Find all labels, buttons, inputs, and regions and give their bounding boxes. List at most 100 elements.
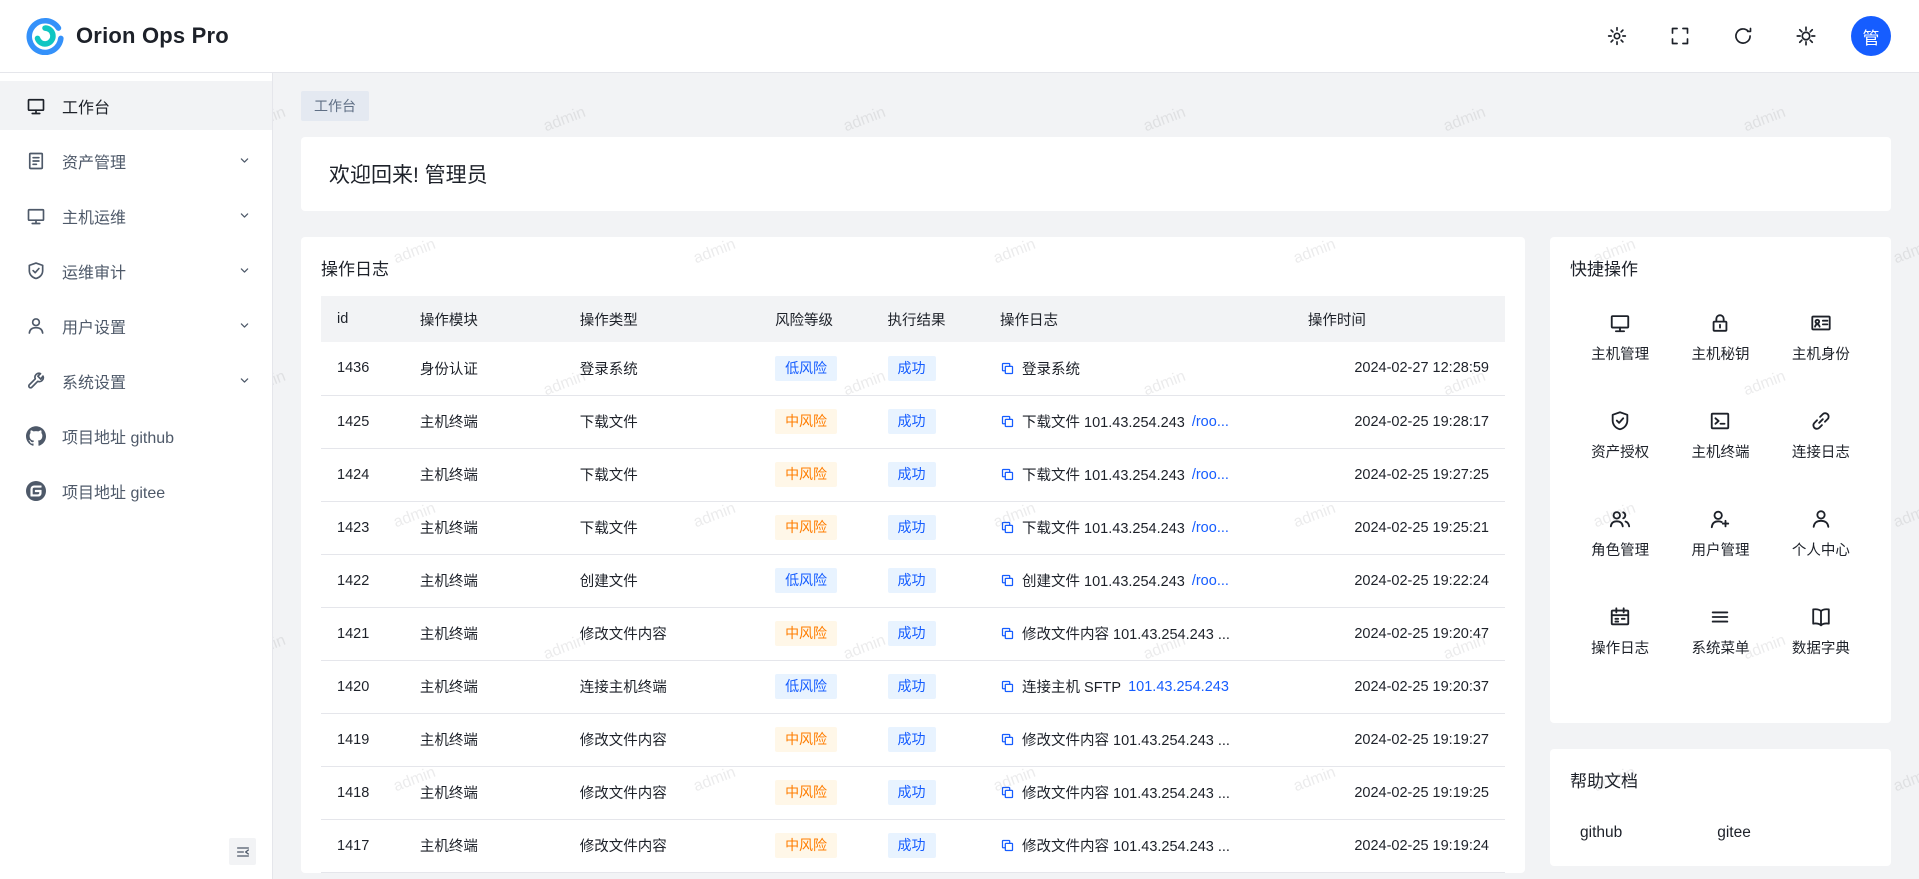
copy-icon[interactable] (1000, 838, 1015, 853)
help-link-gitee[interactable]: gitee (1717, 824, 1751, 842)
log-row: 1423主机终端下载文件中风险成功下载文件 101.43.254.243/roo… (321, 501, 1505, 554)
log-type: 修改文件内容 (564, 713, 759, 766)
quick-action-host-identity[interactable]: 主机身份 (1771, 312, 1871, 364)
log-link[interactable]: /roo... (1192, 467, 1229, 483)
copy-icon[interactable] (1000, 679, 1015, 694)
log-time: 2024-02-25 19:22:24 (1292, 554, 1505, 607)
copy-icon[interactable] (1000, 520, 1015, 535)
user-add-icon (1709, 508, 1731, 530)
column-header: 执行结果 (872, 296, 984, 342)
log-id: 1423 (321, 501, 404, 554)
app-shell: 工作台资产管理主机运维运维审计用户设置系统设置项目地址 github 项目地址 g… (0, 73, 1919, 879)
watermark-text: admin (1891, 500, 1919, 532)
sidebar-item-host-ops[interactable]: 主机运维 (0, 191, 272, 240)
link-icon (1810, 410, 1832, 432)
log-id: 1424 (321, 448, 404, 501)
log-module: 主机终端 (404, 607, 564, 660)
fullscreen-button[interactable] (1662, 18, 1698, 54)
quick-action-asset-authorization[interactable]: 资产授权 (1570, 410, 1670, 462)
help-link-github[interactable]: github (1580, 824, 1622, 842)
copy-icon[interactable] (1000, 467, 1015, 482)
log-time: 2024-02-25 19:25:21 (1292, 501, 1505, 554)
log-id: 1419 (321, 713, 404, 766)
log-type: 创建文件 (564, 554, 759, 607)
log-link[interactable]: /roo... (1192, 573, 1229, 589)
log-type: 修改文件内容 (564, 819, 759, 872)
risk-badge: 中风险 (775, 833, 837, 858)
quick-action-role-management[interactable]: 角色管理 (1570, 508, 1670, 560)
result-badge: 成功 (888, 515, 936, 540)
help-links: github gitee (1570, 808, 1871, 842)
log-link[interactable]: /roo... (1192, 414, 1229, 430)
quick-action-host-management[interactable]: 主机管理 (1570, 312, 1670, 364)
log-module: 身份认证 (404, 342, 564, 395)
user-icon (1810, 508, 1832, 530)
result-badge: 成功 (888, 356, 936, 381)
sidebar-item-ops-audit[interactable]: 运维审计 (0, 246, 272, 295)
log-message: 修改文件内容 101.43.254.243 ... (1022, 782, 1230, 803)
log-module: 主机终端 (404, 395, 564, 448)
risk-badge: 中风险 (775, 515, 837, 540)
chevron-down-icon (237, 208, 252, 223)
quick-action-personal-center[interactable]: 个人中心 (1771, 508, 1871, 560)
welcome-card: 欢迎回来! 管理员 (301, 137, 1891, 211)
sidebar-item-label: 资产管理 (62, 149, 246, 173)
watermark-text: admin (273, 104, 288, 136)
welcome-title: 欢迎回来! 管理员 (329, 159, 488, 189)
log-time: 2024-02-27 12:28:59 (1292, 342, 1505, 395)
log-row: 1417主机终端修改文件内容中风险成功修改文件内容 101.43.254.243… (321, 819, 1505, 872)
result-badge: 成功 (888, 727, 936, 752)
sidebar-item-user-settings[interactable]: 用户设置 (0, 301, 272, 350)
log-module: 主机终端 (404, 819, 564, 872)
risk-badge: 中风险 (775, 727, 837, 752)
risk-badge: 中风险 (775, 621, 837, 646)
tool-icon (26, 371, 46, 391)
log-time: 2024-02-25 19:20:37 (1292, 660, 1505, 713)
quick-action-host-terminal[interactable]: 主机终端 (1670, 410, 1770, 462)
sidebar-item-workbench[interactable]: 工作台 (0, 81, 272, 130)
result-badge: 成功 (888, 621, 936, 646)
chevron-down-icon (237, 318, 252, 333)
log-time: 2024-02-25 19:19:25 (1292, 766, 1505, 819)
chevron-down-icon (237, 373, 252, 388)
gitee-icon (26, 481, 46, 501)
copy-icon[interactable] (1000, 414, 1015, 429)
gear-icon (1796, 26, 1816, 46)
log-link[interactable]: 101.43.254.243 (1128, 679, 1229, 695)
sidebar-item-github[interactable]: 项目地址 github (0, 411, 272, 460)
refresh-button[interactable] (1725, 18, 1761, 54)
sidebar-item-system-settings[interactable]: 系统设置 (0, 356, 272, 405)
copy-icon[interactable] (1000, 573, 1015, 588)
risk-badge: 低风险 (775, 568, 837, 593)
quick-action-data-dictionary[interactable]: 数据字典 (1771, 606, 1871, 658)
settings-button[interactable] (1788, 18, 1824, 54)
result-badge: 成功 (888, 674, 936, 699)
calendar-icon (1609, 606, 1631, 628)
quick-action-operation-logs[interactable]: 操作日志 (1570, 606, 1670, 658)
log-link[interactable]: /roo... (1192, 520, 1229, 536)
breadcrumb-item-workbench[interactable]: 工作台 (301, 91, 369, 121)
copy-icon[interactable] (1000, 626, 1015, 641)
chevron-down-icon (237, 263, 252, 278)
log-time: 2024-02-25 19:19:27 (1292, 713, 1505, 766)
collapse-sidebar-button[interactable] (229, 838, 256, 865)
quick-action-connection-logs[interactable]: 连接日志 (1771, 410, 1871, 462)
sidebar-item-asset-management[interactable]: 资产管理 (0, 136, 272, 185)
quick-action-label: 角色管理 (1591, 539, 1649, 560)
quick-action-system-menu[interactable]: 系统菜单 (1670, 606, 1770, 658)
sidebar-item-gitee[interactable]: 项目地址 gitee (0, 466, 272, 515)
log-module: 主机终端 (404, 766, 564, 819)
copy-icon[interactable] (1000, 361, 1015, 376)
brand[interactable]: Orion Ops Pro (26, 17, 229, 55)
copy-icon[interactable] (1000, 732, 1015, 747)
quick-action-label: 操作日志 (1591, 637, 1649, 658)
operation-log-table: id操作模块操作类型风险等级执行结果操作日志操作时间 1436身份认证登录系统低… (321, 296, 1505, 873)
breadcrumb: 工作台 (301, 91, 1891, 121)
quick-action-host-keys[interactable]: 主机秘钥 (1670, 312, 1770, 364)
copy-icon[interactable] (1000, 785, 1015, 800)
quick-action-user-management[interactable]: 用户管理 (1670, 508, 1770, 560)
log-module: 主机终端 (404, 660, 564, 713)
theme-toggle-button[interactable] (1599, 18, 1635, 54)
user-avatar[interactable]: 管 (1851, 16, 1891, 56)
log-type: 登录系统 (564, 342, 759, 395)
